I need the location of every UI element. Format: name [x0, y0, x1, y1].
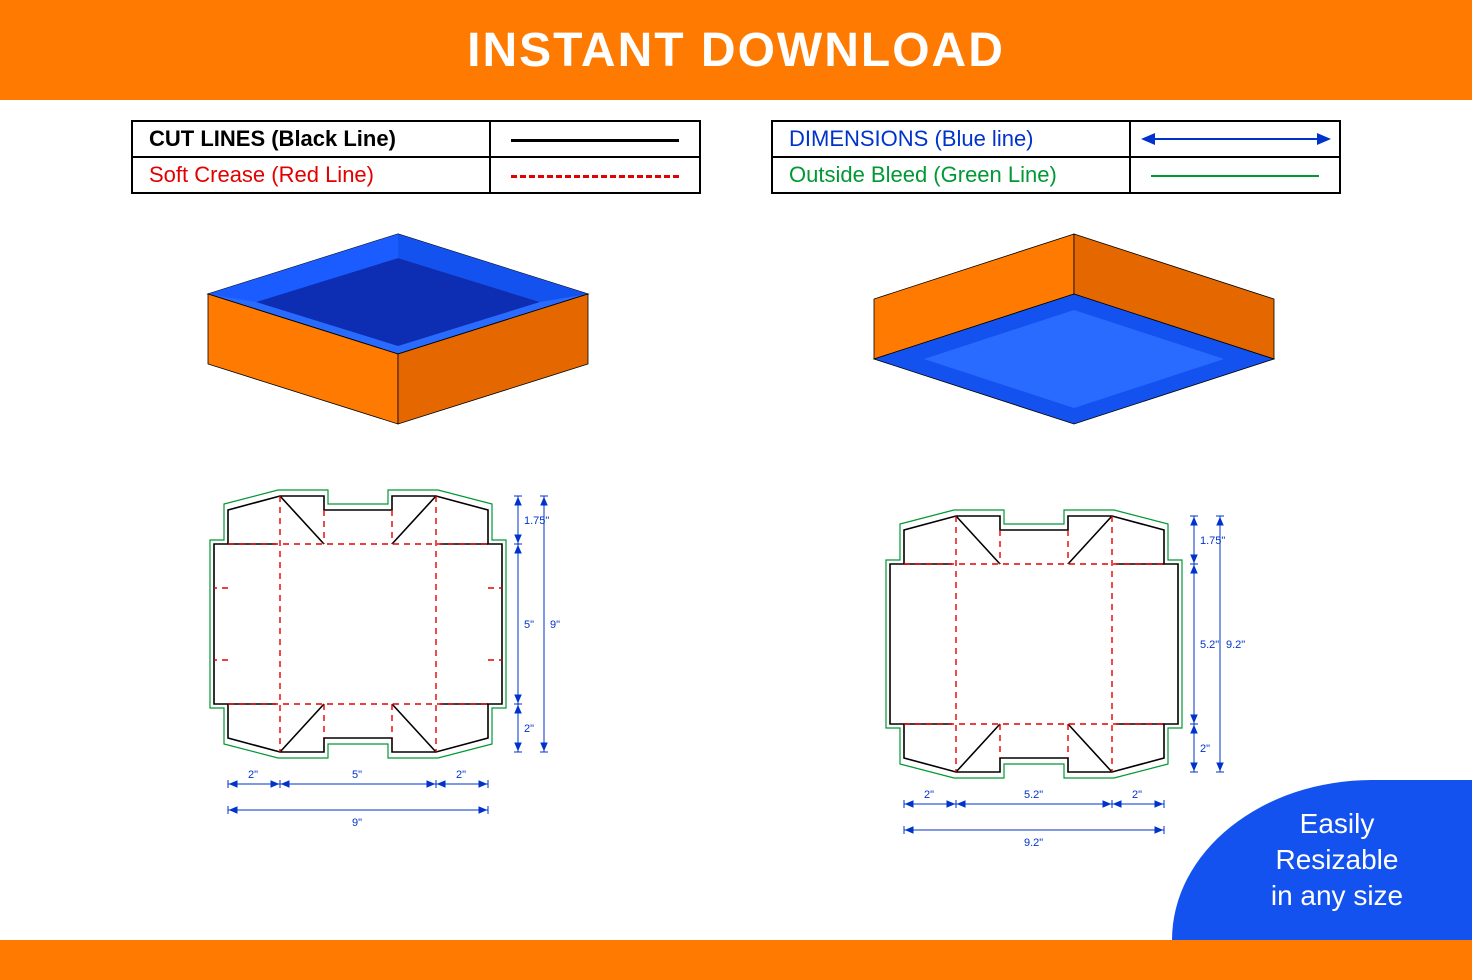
- dim-r-ch: 5.2": [1200, 639, 1219, 651]
- dim-r-tw: 9.2": [1024, 837, 1043, 849]
- dim-l-lw: 2": [248, 769, 258, 781]
- header-title: INSTANT DOWNLOAD: [467, 23, 1005, 78]
- badge-line3: in any size: [1271, 880, 1403, 911]
- legend-cut-sample: [490, 121, 700, 157]
- dieline-right: 1.75" 5.2" 9.2" 2" 2" 5.2" 2" 9.2": [874, 494, 1274, 874]
- legend-right: DIMENSIONS (Blue line) Outside Bleed (Gr…: [771, 120, 1341, 194]
- legend-area: CUT LINES (Black Line) Soft Crease (Red …: [0, 100, 1472, 194]
- dim-l-tw: 9": [352, 817, 362, 829]
- badge-line2: Resizable: [1276, 844, 1399, 875]
- legend-crease-label: Soft Crease (Red Line): [132, 157, 490, 193]
- bottom-banner: [0, 940, 1472, 980]
- badge-line1: Easily: [1300, 808, 1375, 839]
- dieline-left: 1.75" 5" 9" 2" 2" 5" 2" 9": [198, 474, 598, 854]
- box-3d-lid: [854, 224, 1294, 464]
- legend-crease-sample: [490, 157, 700, 193]
- dim-l-ch: 5": [524, 619, 534, 631]
- content-area: 1.75" 5" 9" 2" 2" 5" 2" 9": [0, 194, 1472, 874]
- dim-l-top: 1.75": [524, 515, 549, 527]
- legend-left: CUT LINES (Black Line) Soft Crease (Red …: [131, 120, 701, 194]
- legend-bleed-sample: [1130, 157, 1340, 193]
- dim-r-rw: 2": [1132, 789, 1142, 801]
- dim-l-cw: 5": [352, 769, 362, 781]
- dim-l-th: 9": [550, 619, 560, 631]
- legend-cut-label: CUT LINES (Black Line): [132, 121, 490, 157]
- legend-bleed-label: Outside Bleed (Green Line): [772, 157, 1130, 193]
- right-column: 1.75" 5.2" 9.2" 2" 2" 5.2" 2" 9.2": [794, 224, 1354, 874]
- dim-r-top: 1.75": [1200, 535, 1225, 547]
- header-banner: INSTANT DOWNLOAD: [0, 0, 1472, 100]
- dim-l-rw: 2": [456, 769, 466, 781]
- dim-r-lw: 2": [924, 789, 934, 801]
- dim-r-th: 9.2": [1226, 639, 1245, 651]
- box-3d-tray: [188, 224, 608, 444]
- left-column: 1.75" 5" 9" 2" 2" 5" 2" 9": [118, 224, 678, 874]
- dim-r-bf: 2": [1200, 743, 1210, 755]
- legend-dim-sample: [1130, 121, 1340, 157]
- dim-l-bf: 2": [524, 723, 534, 735]
- legend-dim-label: DIMENSIONS (Blue line): [772, 121, 1130, 157]
- dim-r-cw: 5.2": [1024, 789, 1043, 801]
